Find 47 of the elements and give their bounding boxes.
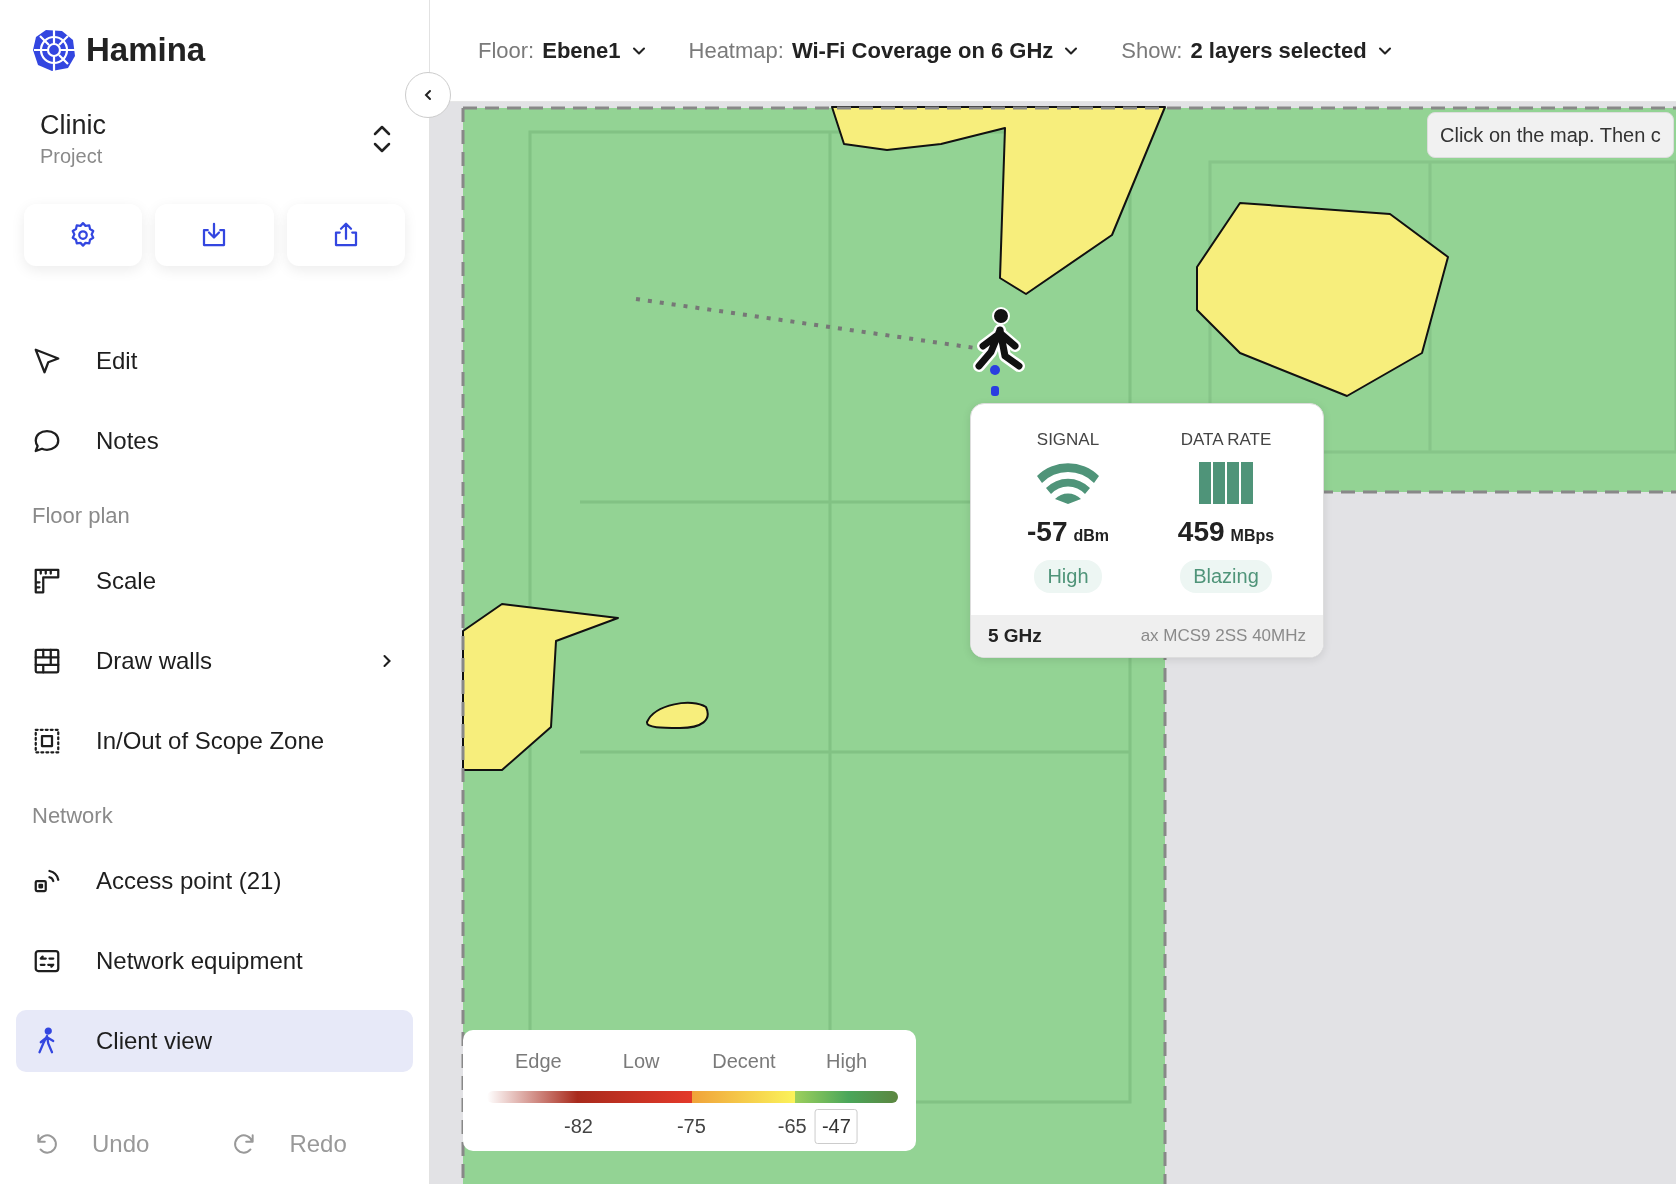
nav-item[interactable]: Access point (21) — [16, 850, 413, 912]
metric-value: -57 — [1027, 516, 1068, 548]
wifi-icon — [1037, 462, 1099, 504]
nav-item[interactable]: Client view — [16, 1010, 413, 1072]
brick-wall-icon — [32, 646, 62, 676]
nav-item[interactable]: Edit — [16, 330, 413, 392]
project-name: Clinic — [40, 110, 106, 141]
legend-label: Low — [621, 1050, 661, 1073]
rate-details: ax MCS9 2SS 40MHz — [1140, 626, 1306, 646]
nav-item[interactable]: Network equipment — [16, 930, 413, 992]
metric-title: SIGNAL — [1036, 430, 1100, 450]
threshold-value: -75 — [676, 1115, 706, 1138]
rating-badge: High — [1034, 560, 1102, 593]
brand-name: Hamina — [86, 31, 206, 69]
cursor-icon — [32, 346, 62, 376]
legend-label: Decent — [711, 1050, 777, 1073]
value-marker: -47 — [814, 1109, 858, 1144]
filter-dropdown[interactable]: Heatmap: Wi-Fi Coverage on 6 GHz — [688, 37, 1082, 64]
threshold-value: -82 — [564, 1115, 593, 1138]
metric-value: 459 — [1177, 516, 1225, 548]
filter-dropdown[interactable]: Floor: Ebene1 — [478, 37, 649, 64]
logo-icon — [32, 28, 76, 72]
legend-label: High — [825, 1050, 869, 1073]
download-button[interactable] — [155, 204, 274, 266]
section-heading: Floor plan — [31, 502, 131, 530]
nav-item[interactable]: Draw walls — [16, 630, 413, 692]
band-label: 5 GHz — [988, 625, 1042, 647]
nav-item[interactable]: Scale — [16, 550, 413, 612]
share-button[interactable] — [286, 204, 405, 266]
settings-button[interactable] — [24, 204, 143, 266]
nav-item[interactable]: Notes — [16, 410, 413, 472]
ruler-icon — [32, 566, 62, 596]
nav-item[interactable]: In/Out of Scope Zone — [16, 710, 413, 772]
dotted-square-icon — [32, 726, 62, 756]
section-heading: Network — [31, 802, 114, 830]
bars-icon — [1199, 462, 1253, 504]
threshold-value: -65 — [777, 1115, 807, 1138]
rating-badge: Blazing — [1180, 560, 1272, 593]
metric-unit: dBm — [1073, 527, 1109, 545]
undo-icon — [34, 1131, 60, 1157]
filter-dropdown[interactable]: Show: 2 layers selected — [1121, 37, 1395, 64]
up-down-chevron-icon[interactable] — [371, 124, 393, 154]
hint-tooltip: Click on the map. Then c — [1427, 112, 1674, 158]
metric-title: DATA RATE — [1180, 430, 1272, 450]
project-label: Project — [40, 145, 104, 168]
legend-label: Edge — [514, 1050, 563, 1073]
metric-unit: MBps — [1230, 527, 1275, 545]
